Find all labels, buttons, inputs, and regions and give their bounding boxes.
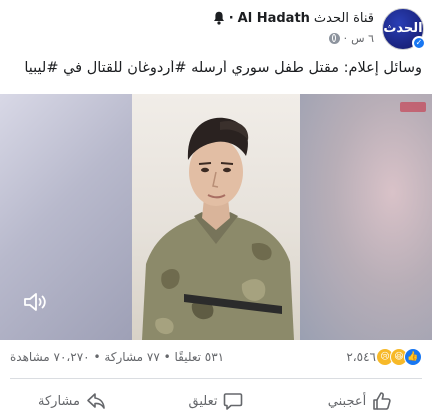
comment-button[interactable]: تعليق xyxy=(144,382,288,420)
share-icon xyxy=(87,393,105,409)
share-label: مشاركة xyxy=(38,393,80,409)
video-blur-left xyxy=(0,94,132,340)
comment-label: تعليق xyxy=(188,393,218,409)
channel-watermark-icon xyxy=(400,102,426,112)
soldier-portrait-image xyxy=(142,117,294,340)
like-icon: 👍 xyxy=(404,348,422,366)
comment-icon xyxy=(224,393,243,410)
post-actions: أعجبني تعليق مشاركة xyxy=(0,382,432,420)
video-blur-right xyxy=(300,94,432,340)
video-frame xyxy=(132,94,300,340)
sound-icon[interactable] xyxy=(22,290,48,314)
post-text: وسائل إعلام: مقتل طفل سوري أرسله #أردوغا… xyxy=(24,60,422,76)
like-button[interactable]: أعجبني xyxy=(288,382,432,420)
actions-divider xyxy=(10,378,422,379)
reactions-summary[interactable]: 👍 😆 😢 ٢،٥٤٦ xyxy=(346,348,422,366)
meta-separator: · xyxy=(343,31,348,45)
post-meta: ٦ س · xyxy=(328,30,374,46)
bell-icon[interactable] xyxy=(213,11,225,25)
post-video[interactable] xyxy=(0,94,432,340)
globe-icon xyxy=(328,32,340,44)
page-name-english[interactable]: Al Hadath xyxy=(238,11,310,26)
post-stats[interactable]: ٥٣١ تعليقًا • ٧٧ مشاركة • ٧٠،٢٧٠ مشاهدة xyxy=(10,348,224,366)
verified-badge-icon: ✓ xyxy=(412,36,426,50)
post-header: الحدث ✓ قناة الحدث Al Hadath · ٦ س · xyxy=(0,0,432,56)
reaction-count: ٢،٥٤٦ xyxy=(346,350,376,364)
page-name-row: قناة الحدث Al Hadath · xyxy=(213,8,374,28)
thumbs-up-icon xyxy=(373,392,391,410)
post-time[interactable]: ٦ س xyxy=(351,32,374,45)
page-name-arabic[interactable]: قناة الحدث xyxy=(314,11,374,26)
name-separator: · xyxy=(228,10,234,26)
like-label: أعجبني xyxy=(327,393,367,409)
avatar-logo-text: الحدث xyxy=(383,21,423,36)
share-button[interactable]: مشاركة xyxy=(0,382,144,420)
